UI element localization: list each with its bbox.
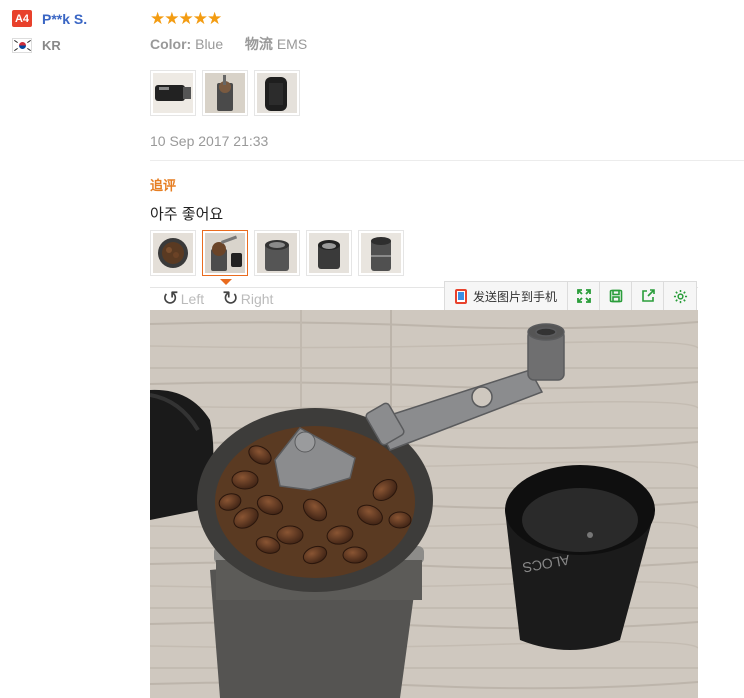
user-country: KR bbox=[12, 38, 61, 53]
rotate-left-icon: ↺ bbox=[162, 288, 179, 310]
followup-photo-thumb[interactable] bbox=[254, 230, 300, 276]
save-button[interactable] bbox=[600, 282, 633, 310]
followup-label: 追评 bbox=[150, 178, 177, 193]
followup-photo-thumb[interactable] bbox=[306, 230, 352, 276]
rotate-left-label: Left bbox=[180, 291, 205, 307]
fullscreen-button[interactable] bbox=[568, 282, 601, 310]
followup-photo-thumb-selected[interactable] bbox=[202, 230, 248, 276]
review-photo-large[interactable]: ALOCS bbox=[150, 310, 698, 698]
share-button[interactable] bbox=[632, 282, 665, 310]
fullscreen-icon bbox=[576, 289, 591, 303]
image-toolbar: 发送图片到手机 bbox=[444, 281, 698, 311]
country-code: KR bbox=[42, 38, 61, 53]
image-viewer: ↺ Left ↻ Right 发送图片到手机 ALOCS bbox=[150, 281, 698, 698]
user-name[interactable]: P**k S. bbox=[42, 11, 87, 27]
followup-photos bbox=[150, 230, 404, 276]
review-photo-thumb[interactable] bbox=[150, 70, 196, 116]
review-date: 10 Sep 2017 21:33 bbox=[150, 133, 269, 149]
send-to-phone-button[interactable]: 发送图片到手机 bbox=[445, 282, 569, 310]
attr-color-key: Color: bbox=[150, 36, 192, 52]
user-info: A4 P**k S. bbox=[12, 10, 87, 27]
send-to-phone-label: 发送图片到手机 bbox=[473, 289, 558, 304]
rotate-right-button[interactable]: ↻ Right bbox=[222, 289, 273, 309]
followup-text: 아주 좋어요 bbox=[150, 206, 224, 223]
settings-icon bbox=[673, 289, 687, 303]
save-icon bbox=[609, 289, 622, 303]
rotate-right-icon: ↻ bbox=[222, 288, 239, 310]
kr-flag-icon bbox=[12, 38, 32, 53]
star-rating: ★★★★★ bbox=[150, 9, 222, 28]
level-badge: A4 bbox=[12, 10, 32, 27]
order-attributes: Color: Blue 物流 EMS bbox=[150, 34, 307, 54]
settings-button[interactable] bbox=[664, 282, 696, 310]
phone-icon bbox=[455, 288, 467, 304]
selected-pointer bbox=[220, 279, 232, 285]
review-photos bbox=[150, 70, 300, 116]
attr-shipping-value: EMS bbox=[276, 36, 308, 52]
attr-color-value: Blue bbox=[195, 36, 224, 52]
followup-photo-thumb[interactable] bbox=[358, 230, 404, 276]
rotate-right-label: Right bbox=[240, 291, 274, 307]
attr-shipping-key: 物流 bbox=[244, 36, 273, 52]
rotate-left-button[interactable]: ↺ Left bbox=[162, 289, 204, 309]
viewer-controls: ↺ Left ↻ Right 发送图片到手机 bbox=[150, 281, 698, 311]
review-photo-thumb[interactable] bbox=[202, 70, 248, 116]
divider bbox=[150, 160, 744, 161]
review-photo-thumb[interactable] bbox=[254, 70, 300, 116]
followup-photo-thumb[interactable] bbox=[150, 230, 196, 276]
share-icon bbox=[641, 289, 655, 302]
